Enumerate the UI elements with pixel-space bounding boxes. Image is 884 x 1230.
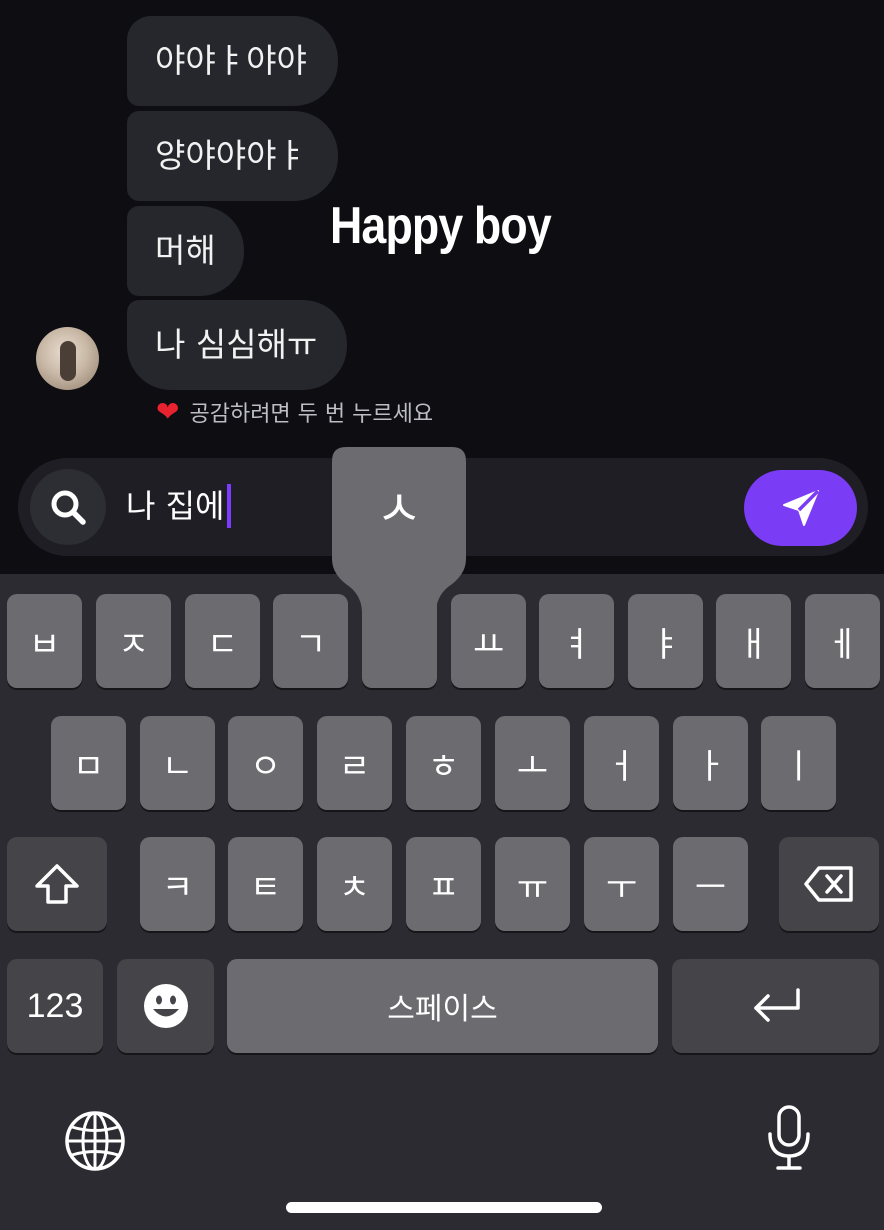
message-bubble[interactable]: 나 심심해ㅠ <box>127 300 347 390</box>
search-icon <box>51 490 86 525</box>
key-p[interactable]: ㅍ <box>406 837 481 931</box>
key-u[interactable]: ㅜ <box>584 837 659 931</box>
message-bubble[interactable]: 머해 <box>127 206 244 296</box>
shift-key[interactable] <box>7 837 107 931</box>
key-o[interactable]: ㅗ <box>495 716 570 810</box>
backspace-icon <box>804 866 853 902</box>
message-text: 양야야야ㅑ <box>155 136 307 175</box>
chat-area: 야야ㅑ야야 양야야야ㅑ 머해 나 심심해ㅠ Happy boy ❤ 공감하려면 … <box>0 0 884 460</box>
reaction-hint-text: 공감하려면 두 번 누르세요 <box>189 402 434 427</box>
key-popup: ㅅ <box>332 447 466 687</box>
emoji-key[interactable] <box>117 959 214 1053</box>
key-m[interactable]: ㅁ <box>51 716 126 810</box>
dictation-button[interactable] <box>764 1104 814 1176</box>
message-bubble[interactable]: 야야ㅑ야야 <box>127 16 338 106</box>
key-ng[interactable]: ㅇ <box>228 716 303 810</box>
key-t[interactable]: ㅌ <box>228 837 303 931</box>
key-eu[interactable]: ㅡ <box>673 837 748 931</box>
space-key[interactable]: 스페이스 <box>227 959 658 1053</box>
message-bubble[interactable]: 양야야야ㅑ <box>127 111 338 201</box>
key-k[interactable]: ㅋ <box>140 837 215 931</box>
numbers-key[interactable]: 123 <box>7 959 103 1053</box>
message-text: 나 심심해ㅠ <box>155 325 318 364</box>
key-ya[interactable]: ㅑ <box>628 594 703 688</box>
overlay-title: Happy boy <box>330 197 552 255</box>
return-icon <box>753 988 800 1022</box>
key-yu[interactable]: ㅠ <box>495 837 570 931</box>
search-button[interactable] <box>30 469 106 545</box>
key-d[interactable]: ㄷ <box>185 594 260 688</box>
key-h[interactable]: ㅎ <box>406 716 481 810</box>
key-popup-label: ㅅ <box>376 480 422 538</box>
home-indicator[interactable] <box>286 1202 602 1213</box>
globe-icon <box>65 1111 125 1171</box>
key-r[interactable]: ㄹ <box>317 716 392 810</box>
key-e[interactable]: ㅔ <box>805 594 880 688</box>
microphone-icon <box>768 1105 810 1170</box>
message-input-text: 나 집에 <box>126 487 225 525</box>
key-n[interactable]: ㄴ <box>140 716 215 810</box>
key-ch[interactable]: ㅊ <box>317 837 392 931</box>
heart-icon: ❤ <box>156 395 180 428</box>
message-text: 머해 <box>155 231 216 270</box>
key-b[interactable]: ㅂ <box>7 594 82 688</box>
send-icon <box>782 489 819 526</box>
avatar[interactable] <box>36 327 99 390</box>
message-input[interactable]: 나 집에 <box>126 480 231 532</box>
key-ae[interactable]: ㅐ <box>716 594 791 688</box>
text-caret <box>226 484 231 528</box>
key-i[interactable]: ㅣ <box>761 716 836 810</box>
shift-icon <box>35 864 79 904</box>
key-eo[interactable]: ㅓ <box>584 716 659 810</box>
backspace-key[interactable] <box>779 837 879 931</box>
key-j[interactable]: ㅈ <box>96 594 171 688</box>
key-a[interactable]: ㅏ <box>673 716 748 810</box>
message-text: 야야ㅑ야야 <box>155 41 307 80</box>
globe-button[interactable] <box>64 1110 126 1176</box>
reaction-hint: ❤ 공감하려면 두 번 누르세요 <box>156 396 433 428</box>
key-yeo[interactable]: ㅕ <box>539 594 614 688</box>
return-key[interactable] <box>672 959 879 1053</box>
emoji-icon <box>143 984 188 1028</box>
send-button[interactable] <box>744 470 857 546</box>
